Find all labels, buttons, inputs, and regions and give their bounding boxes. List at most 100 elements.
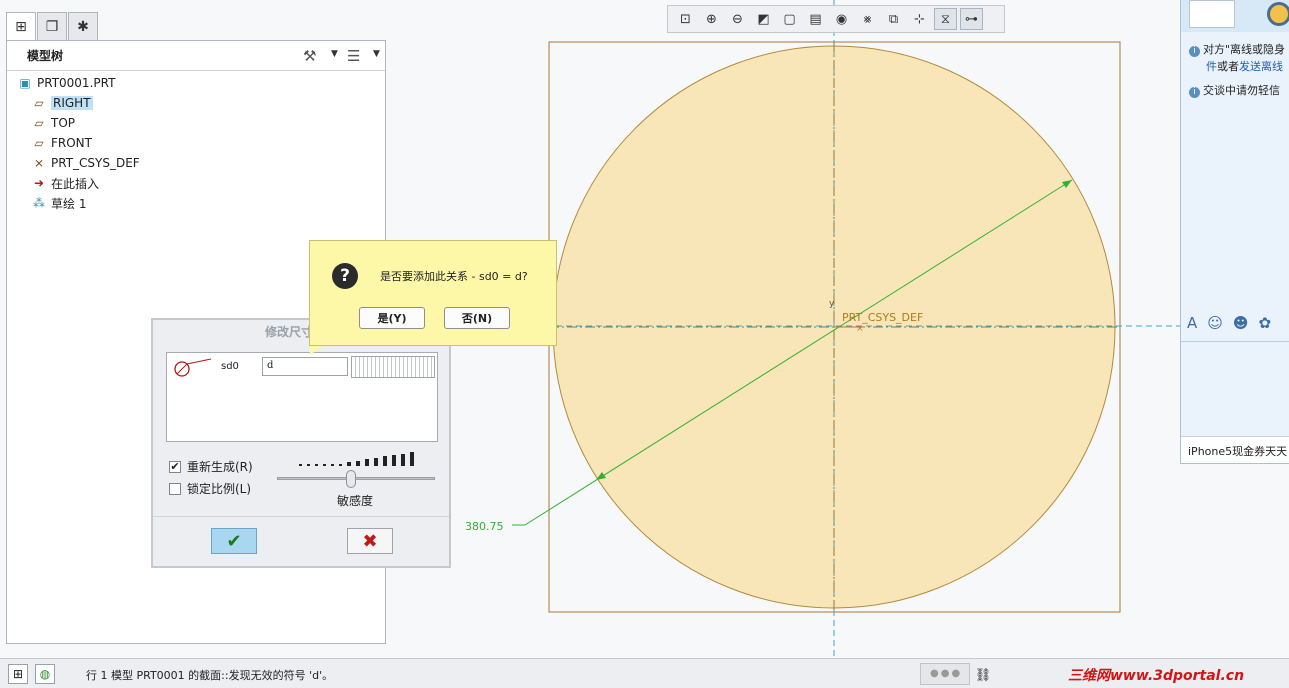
model-tree-header: 模型树 ⚒ ▼ ☰ ▼: [7, 41, 385, 71]
webcam-icon[interactable]: [1267, 2, 1289, 26]
part-icon: ▣: [19, 76, 31, 90]
y-axis-label: y: [829, 299, 835, 309]
dimension-list: sd0 d: [166, 352, 438, 442]
camera-icon[interactable]: ◉: [830, 8, 853, 30]
sketch-view-icon[interactable]: ⧉: [882, 8, 905, 30]
zoom-out-icon[interactable]: ⊖: [726, 8, 749, 30]
yes-button[interactable]: 是(Y): [359, 307, 425, 329]
sensitivity-tick: [307, 464, 310, 466]
sensitivity-tick: [347, 462, 351, 466]
tree-item[interactable]: ⁂ 草绘 1: [7, 193, 385, 213]
tree-item-label: FRONT: [51, 136, 92, 150]
lock-scale-checkbox-row[interactable]: 锁定比例(L): [169, 480, 251, 497]
tree-item[interactable]: ▣ PRT0001.PRT: [7, 73, 385, 93]
model-tree-title: 模型树: [27, 49, 64, 63]
find-icon[interactable]: ⛓: [972, 665, 994, 685]
model-tree-icon[interactable]: ⊞: [6, 12, 36, 41]
coordinate-system-icon: ⨯: [33, 156, 45, 170]
question-icon: ?: [332, 263, 358, 289]
vip-emoji-icon[interactable]: ☻: [1233, 314, 1249, 332]
vertex-display-icon[interactable]: ⊶: [960, 8, 983, 30]
diameter-dimension-value: 380.75: [465, 520, 504, 533]
offline-notice-links: 件或者发送离线: [1206, 60, 1283, 73]
sensitivity-scale: [299, 452, 414, 466]
list-icon[interactable]: ☰: [347, 47, 360, 65]
view-toolbar: ⊡ ⊕ ⊖ ◩ ▢ ▤ ◉ ⨳ ⧉ ⊹ ⧖ ⊶: [667, 5, 1005, 33]
regenerate-checkbox[interactable]: ✔: [169, 460, 181, 473]
csys-label: PRT_CSYS_DEF: [842, 311, 923, 324]
sensitivity-slider-thumb[interactable]: [346, 470, 356, 488]
regenerate-label: 重新生成(R): [187, 460, 253, 474]
favorites-icon[interactable]: ✱: [68, 12, 98, 40]
dialog-title: 修改尺寸: [265, 325, 314, 339]
info-icon: i: [1189, 46, 1200, 57]
datum-plane-icon: ▱: [34, 116, 44, 130]
sensitivity-tick: [323, 464, 326, 466]
chat-header: [1181, 0, 1289, 32]
add-relation-confirm-dialog: ? 是否要添加此关系 - sd0 = d? 是(Y) 否(N): [309, 240, 557, 346]
insert-arrow-icon: ➜: [33, 176, 45, 190]
sensitivity-tick: [356, 460, 360, 466]
shield-icon: i: [1189, 87, 1200, 98]
sensitivity-tick: [339, 464, 342, 466]
shading-icon[interactable]: ▢: [778, 8, 801, 30]
contact-card-image: [1189, 0, 1235, 28]
tree-item-label: PRT0001.PRT: [37, 76, 116, 90]
sensitivity-tick: [410, 452, 414, 466]
sensitivity-tick: [401, 453, 405, 466]
ok-button[interactable]: ✔: [211, 528, 257, 554]
chevron-down-icon[interactable]: ▼: [373, 49, 380, 59]
sensitivity-tick: [365, 459, 369, 466]
dimension-value-input[interactable]: d: [262, 357, 348, 376]
offline-notice: i 对方"离线或隐身: [1189, 41, 1285, 57]
confirm-message: 是否要添加此关系 - sd0 = d?: [380, 270, 528, 283]
saved-views-icon[interactable]: ▤: [804, 8, 827, 30]
refit-icon[interactable]: ⊡: [674, 8, 697, 30]
datum-display-icon[interactable]: ⨳: [856, 8, 879, 30]
constraint-display-icon[interactable]: ⧖: [934, 8, 957, 30]
browser-toggle-icon[interactable]: ◍: [35, 664, 55, 684]
model-tree-toggle-icon[interactable]: ⊞: [8, 664, 28, 684]
chat-toolbar: A ☺ ☻ ✿: [1187, 314, 1271, 332]
tree-item[interactable]: ➜ 在此插入: [7, 173, 385, 193]
sensitivity-tick: [392, 455, 396, 466]
folder-browser-icon[interactable]: ❐: [37, 12, 67, 40]
no-button[interactable]: 否(N): [444, 307, 510, 329]
sensitivity-tick: [331, 464, 334, 466]
popup-pointer: [310, 345, 324, 355]
tree-item[interactable]: ▱ FRONT: [7, 133, 385, 153]
tree-item-label: RIGHT: [51, 96, 93, 110]
tree-item[interactable]: ⨯ PRT_CSYS_DEF: [7, 153, 385, 173]
status-indicator: ●●●: [930, 668, 963, 679]
zoom-in-icon[interactable]: ⊕: [700, 8, 723, 30]
tree-item[interactable]: ▱ RIGHT: [7, 93, 385, 113]
sticker-icon[interactable]: ✿: [1259, 314, 1272, 332]
sensitivity-label: 敏感度: [337, 494, 374, 508]
tree-item-label: PRT_CSYS_DEF: [51, 156, 140, 170]
font-icon[interactable]: A: [1187, 314, 1197, 332]
security-notice: i 交谈中请勿轻信: [1189, 82, 1280, 98]
sketch-icon: ⁂: [33, 196, 45, 210]
sensitivity-tick: [374, 457, 378, 466]
cancel-button[interactable]: ✖: [347, 528, 393, 554]
regenerate-checkbox-row[interactable]: ✔ 重新生成(R): [169, 458, 253, 475]
lock-scale-checkbox[interactable]: [169, 482, 181, 495]
dimension-name: sd0: [221, 361, 239, 372]
file-link[interactable]: 件: [1206, 60, 1217, 73]
tools-icon[interactable]: ⚒: [303, 47, 316, 65]
repaint-icon[interactable]: ◩: [752, 8, 775, 30]
sensitivity-slider-track[interactable]: [277, 477, 435, 480]
chat-ad-banner[interactable]: iPhone5现金券天天: [1181, 436, 1289, 463]
thumbwheel[interactable]: [351, 356, 435, 378]
chevron-down-icon[interactable]: ▼: [331, 49, 338, 59]
dimension-display-icon[interactable]: ⊹: [908, 8, 931, 30]
datum-plane-icon: ▱: [34, 136, 44, 150]
chat-divider: [1181, 341, 1289, 342]
dimension-type-icon: [174, 358, 212, 377]
chat-window-panel: i 对方"离线或隐身 件或者发送离线 i 交谈中请勿轻信 A ☺ ☻ ✿ iPhone5现…: [1180, 0, 1289, 464]
tree-item-label: 草绘 1: [51, 196, 87, 211]
emoji-icon[interactable]: ☺: [1207, 314, 1223, 332]
send-offline-link[interactable]: 发送离线: [1239, 60, 1283, 73]
tree-item-label: TOP: [51, 116, 76, 130]
tree-item[interactable]: ▱ TOP: [7, 113, 385, 133]
